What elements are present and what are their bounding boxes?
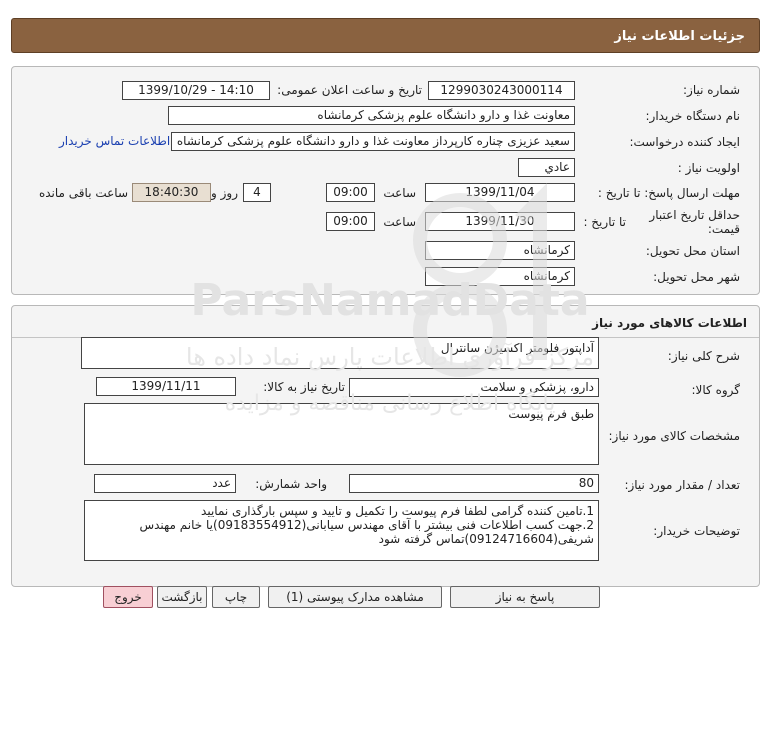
buyer-contact-link[interactable]: اطلاعات تماس خریدار xyxy=(59,134,170,148)
buyer-org-field: معاونت غذا و دارو دانشگاه علوم پزشکی کرم… xyxy=(168,106,575,125)
buyer-notes-label: توضیحات خریدار: xyxy=(653,524,740,538)
announce-datetime-label: تاریخ و ساعت اعلان عمومی: xyxy=(277,83,422,97)
reply-time-label: ساعت xyxy=(383,186,416,200)
need-number-field: 1299030243000114 xyxy=(428,81,575,100)
announce-datetime-field: 1399/10/29 - 14:10 xyxy=(122,81,270,100)
buyer-notes-line-1: 1.تامین کننده گرامی لطفا فرم پیوست را تک… xyxy=(201,504,594,518)
buyer-notes-line-2: 2.جهت کسب اطلاعات فنی بیشتر با آقای مهند… xyxy=(139,518,594,546)
goods-group-label: گروه کالا: xyxy=(691,383,741,397)
page-title-bar: جزئیات اطلاعات نیاز xyxy=(11,18,760,53)
validity-to-label: تا تاریخ : xyxy=(583,215,626,229)
requester-label: ایجاد کننده درخواست: xyxy=(629,135,740,149)
requester-field: سعید عزیزی چناره کارپرداز معاونت غذا و د… xyxy=(171,132,575,151)
goods-group-field: دارو، پزشکی و سلامت xyxy=(349,378,599,397)
validity-label: حداقل تاریخ اعتبار قیمت: xyxy=(649,208,740,236)
priority-label: اولویت نیاز : xyxy=(677,161,740,175)
need-number-label: شماره نیاز: xyxy=(683,83,740,97)
reply-deadline-label: مهلت ارسال پاسخ: تا تاریخ : xyxy=(597,186,740,200)
unit-field: عدد xyxy=(94,474,236,493)
qty-field: 80 xyxy=(349,474,599,493)
priority-field: عادي xyxy=(518,158,575,177)
days-label: روز و xyxy=(211,186,238,200)
qty-label: تعداد / مقدار مورد نیاز: xyxy=(624,478,740,492)
remaining-time-field: 18:40:30 xyxy=(132,183,211,202)
goods-section-title: اطلاعات کالاهای مورد نیاز xyxy=(592,316,747,330)
specs-field: طبق فرم پیوست xyxy=(84,403,599,465)
validity-date-field: 1399/11/30 xyxy=(425,212,575,231)
remaining-label: ساعت باقی مانده xyxy=(38,186,128,200)
page-title: جزئیات اطلاعات نیاز xyxy=(614,29,745,44)
summary-label: شرح کلی نیاز: xyxy=(667,349,740,363)
summary-field: آداپتور فلومتر اکسیژن سانترال xyxy=(81,337,599,369)
reply-button[interactable]: پاسخ به نیاز xyxy=(450,586,600,608)
remaining-days-field: 4 xyxy=(243,183,271,202)
buyer-org-label: نام دستگاه خریدار: xyxy=(645,109,741,123)
validity-time-label: ساعت xyxy=(383,215,416,229)
attachments-button[interactable]: مشاهده مدارک پیوستی (1) xyxy=(268,586,442,608)
province-label: استان محل تحویل: xyxy=(645,244,740,258)
exit-button[interactable]: خروج xyxy=(103,586,153,608)
reply-date-field: 1399/11/04 xyxy=(425,183,575,202)
unit-label: واحد شمارش: xyxy=(255,477,327,491)
city-field: کرمانشاه xyxy=(425,267,575,286)
city-label: شهر محل تحویل: xyxy=(653,270,740,284)
reply-time-field: 09:00 xyxy=(326,183,375,202)
need-date-label: تاریخ نیاز به کالا: xyxy=(263,380,345,394)
back-button[interactable]: بازگشت xyxy=(157,586,207,608)
need-date-field: 1399/11/11 xyxy=(96,377,236,396)
print-button[interactable]: چاپ xyxy=(212,586,260,608)
need-info-panel xyxy=(11,66,760,295)
buyer-notes-field: 1.تامین کننده گرامی لطفا فرم پیوست را تک… xyxy=(84,500,599,561)
province-field: کرمانشاه xyxy=(425,241,575,260)
specs-label: مشخصات کالای مورد نیاز: xyxy=(608,429,740,443)
validity-time-field: 09:00 xyxy=(326,212,375,231)
